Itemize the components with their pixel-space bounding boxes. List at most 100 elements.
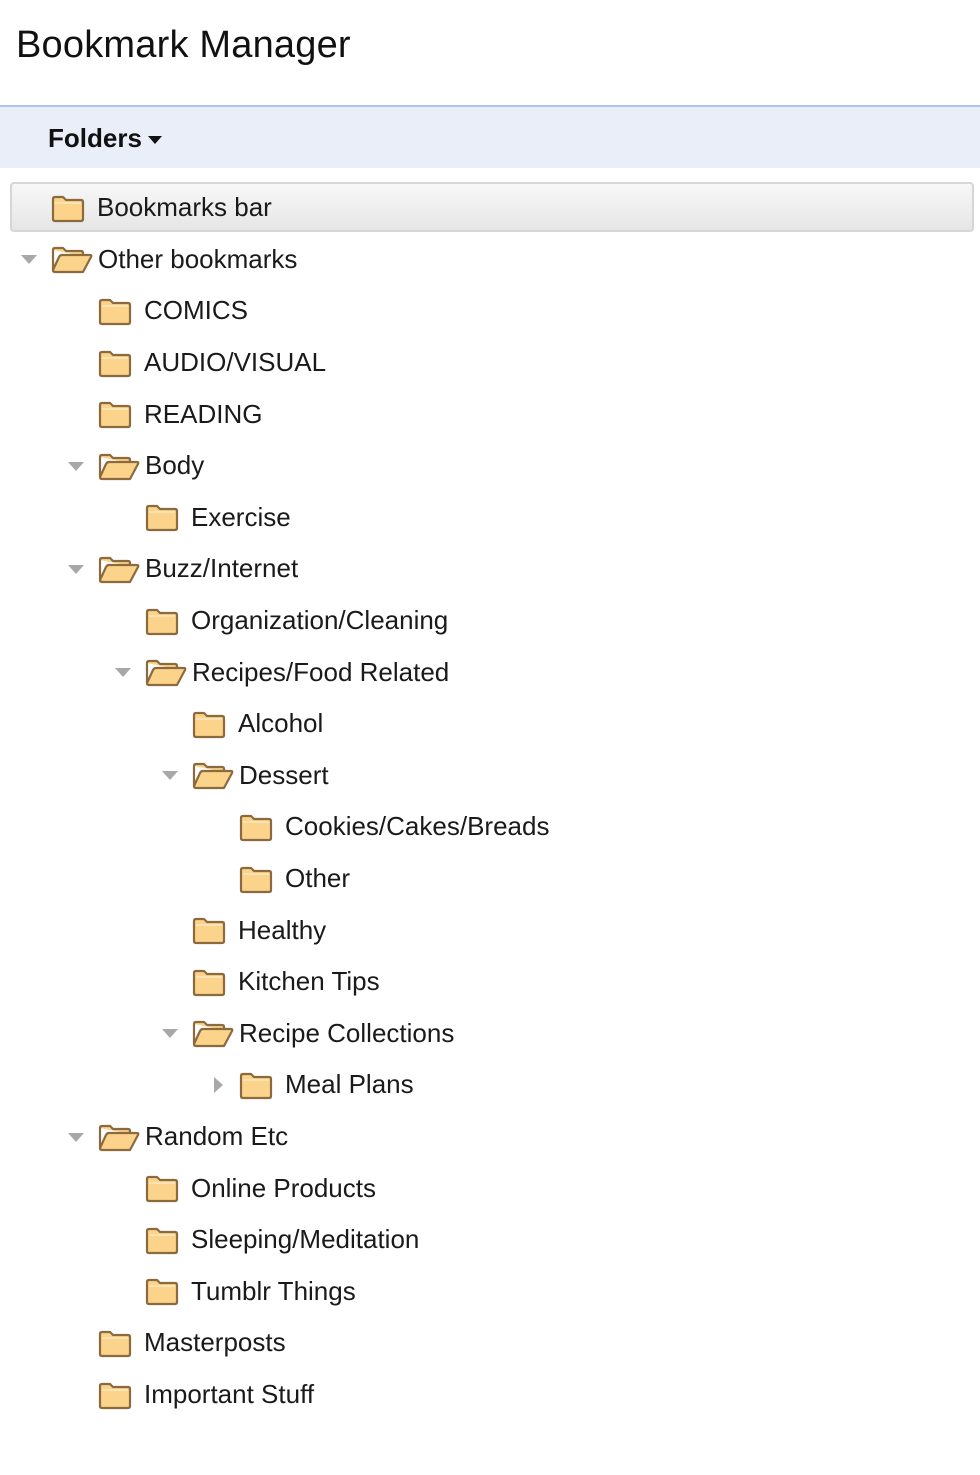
tree-row-label: Random Etc: [145, 1121, 289, 1152]
tree-row[interactable]: Other bookmarks: [0, 234, 980, 286]
folder-icon: [50, 193, 86, 223]
tree-row[interactable]: Online Products: [0, 1162, 980, 1214]
tree-row[interactable]: Exercise: [0, 492, 980, 544]
tree-row-label: Sleeping/Meditation: [191, 1224, 420, 1255]
tree-row-label: Exercise: [191, 501, 291, 532]
folder-icon: [191, 709, 227, 739]
tree-row[interactable]: Body: [0, 440, 980, 492]
folder-icon: [191, 915, 227, 945]
tree-row-label: Recipes/Food Related: [192, 656, 450, 687]
tree-row-label: Tumblr Things: [191, 1275, 356, 1306]
tree-row[interactable]: Important Stuff: [0, 1369, 980, 1421]
tree-row[interactable]: Alcohol: [0, 698, 980, 750]
tree-row[interactable]: Cookies/Cakes/Breads: [0, 801, 980, 853]
tree-row-label: Online Products: [191, 1172, 376, 1203]
tree-row[interactable]: Meal Plans: [0, 1059, 980, 1111]
expanded-triangle-icon[interactable]: [67, 457, 85, 475]
tree-row[interactable]: Recipes/Food Related: [0, 646, 980, 698]
folders-menu-button[interactable]: Folders: [48, 123, 162, 154]
tree-row-label: Other bookmarks: [98, 243, 298, 274]
toolbar: Folders: [0, 105, 980, 168]
expanded-triangle-icon[interactable]: [161, 766, 179, 784]
caret-down-icon: [147, 135, 162, 144]
tree-row-label: COMICS: [144, 295, 248, 326]
tree-row[interactable]: Recipe Collections: [0, 1008, 980, 1060]
tree-row[interactable]: COMICS: [0, 285, 980, 337]
tree-row-label: Bookmarks bar: [97, 192, 272, 223]
folder-icon: [97, 399, 133, 429]
tree-row[interactable]: Masterposts: [0, 1317, 980, 1369]
tree-row-label: Other: [285, 863, 351, 894]
expanded-triangle-icon[interactable]: [67, 560, 85, 578]
tree-row[interactable]: READING: [0, 388, 980, 440]
open-folder-icon: [97, 451, 141, 481]
page-title: Bookmark Manager: [16, 24, 351, 66]
open-folder-icon: [97, 554, 141, 584]
expanded-triangle-icon[interactable]: [161, 1024, 179, 1042]
tree-row-label: Dessert: [239, 759, 329, 790]
tree-row-label: Organization/Cleaning: [191, 605, 449, 636]
tree-row[interactable]: Sleeping/Meditation: [0, 1214, 980, 1266]
tree-row-label: Masterposts: [144, 1327, 286, 1358]
folder-icon: [238, 1070, 274, 1100]
tree-row[interactable]: Organization/Cleaning: [0, 595, 980, 647]
folder-icon: [97, 296, 133, 326]
open-folder-icon: [144, 657, 188, 687]
tree-row-label: Alcohol: [238, 708, 324, 739]
tree-row[interactable]: AUDIO/VISUAL: [0, 337, 980, 389]
folder-icon: [144, 1225, 180, 1255]
tree-row-label: Buzz/Internet: [145, 553, 299, 584]
open-folder-icon: [191, 760, 235, 790]
tree-row[interactable]: Buzz/Internet: [0, 543, 980, 595]
tree-row-label: Meal Plans: [285, 1069, 414, 1100]
tree-row[interactable]: Bookmarks bar: [0, 182, 980, 234]
open-folder-icon: [97, 1122, 141, 1152]
folder-icon: [191, 967, 227, 997]
open-folder-icon: [50, 244, 94, 274]
tree-row-label: Body: [145, 450, 205, 481]
folders-menu-label: Folders: [48, 123, 142, 153]
tree-row[interactable]: Other: [0, 853, 980, 905]
folder-icon: [144, 1173, 180, 1203]
folder-icon: [238, 812, 274, 842]
tree-row-label: AUDIO/VISUAL: [144, 347, 327, 378]
tree-row[interactable]: Kitchen Tips: [0, 956, 980, 1008]
folder-icon: [97, 1380, 133, 1410]
folder-icon: [97, 1328, 133, 1358]
tree-row[interactable]: Dessert: [0, 750, 980, 802]
tree-row-label: Kitchen Tips: [238, 966, 380, 997]
folder-icon: [97, 348, 133, 378]
expanded-triangle-icon[interactable]: [67, 1128, 85, 1146]
folder-icon: [144, 1276, 180, 1306]
tree-row[interactable]: Random Etc: [0, 1111, 980, 1163]
tree-row-label: Recipe Collections: [239, 1017, 455, 1048]
tree-row[interactable]: Healthy: [0, 904, 980, 956]
expanded-triangle-icon[interactable]: [114, 663, 132, 681]
folder-icon: [238, 864, 274, 894]
collapsed-triangle-icon[interactable]: [208, 1076, 226, 1094]
tree-row-label: Healthy: [238, 914, 327, 945]
expanded-triangle-icon[interactable]: [20, 250, 38, 268]
folder-icon: [144, 502, 180, 532]
tree-row[interactable]: Tumblr Things: [0, 1266, 980, 1318]
tree-row-label: READING: [144, 398, 263, 429]
folder-icon: [144, 606, 180, 636]
tree-row-label: Important Stuff: [144, 1379, 315, 1410]
tree-row-label: Cookies/Cakes/Breads: [285, 811, 550, 842]
